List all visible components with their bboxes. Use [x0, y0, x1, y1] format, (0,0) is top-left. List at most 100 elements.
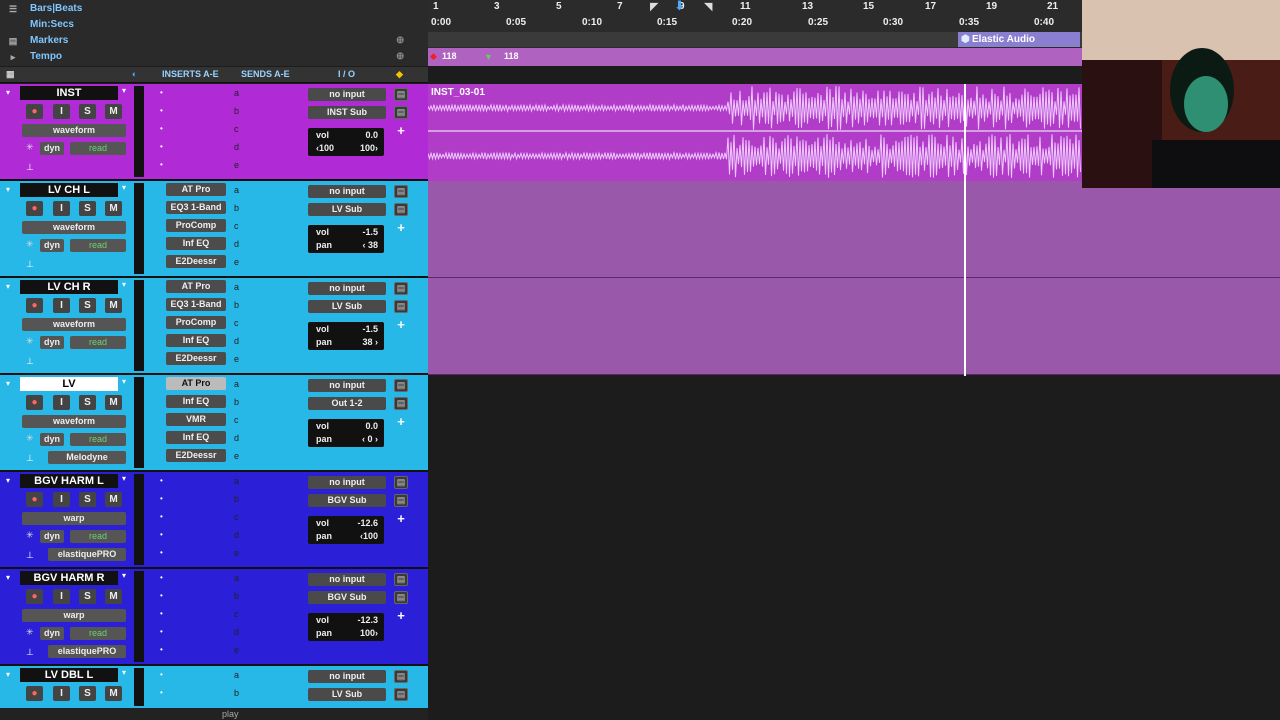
collapse-icon[interactable]: ▾ [6, 573, 10, 582]
send-slot[interactable]: c [234, 415, 244, 425]
timebase-icon[interactable]: ⊥ [26, 550, 34, 561]
output-selector[interactable]: LV Sub [308, 688, 386, 701]
output-selector[interactable]: Out 1-2 [308, 397, 386, 410]
send-slot[interactable]: d [234, 239, 244, 249]
track-menu-icon[interactable]: ▾ [122, 474, 126, 483]
insert-empty-slot[interactable]: • [160, 645, 163, 654]
selection-end-icon[interactable]: ◥ [704, 0, 712, 13]
send-slot[interactable]: b [234, 688, 244, 698]
add-tempo-icon[interactable]: ⊕ [396, 51, 404, 62]
mute-button[interactable]: M [105, 395, 122, 410]
send-slot[interactable]: c [234, 609, 244, 619]
insert-empty-slot[interactable]: • [160, 609, 163, 618]
track-lane-lv-ch-l[interactable] [428, 181, 1280, 278]
track-view-selector[interactable]: waveform [22, 318, 126, 331]
send-slot[interactable]: c [234, 124, 244, 134]
volume-pan-display[interactable]: vol -1.5 pan 38 › [308, 322, 384, 350]
send-slot[interactable]: a [234, 88, 244, 98]
automation-mode-selector[interactable]: read [70, 627, 126, 640]
input-monitor-button[interactable]: I [53, 492, 70, 507]
record-arm-button[interactable]: ● [26, 492, 43, 507]
track-name[interactable]: BGV HARM R [20, 571, 118, 585]
output-selector[interactable]: INST Sub [308, 106, 386, 119]
solo-button[interactable]: S [79, 492, 96, 507]
output-window-icon[interactable]: ▤ [394, 203, 408, 216]
track-view-selector[interactable]: waveform [22, 124, 126, 137]
send-slot[interactable]: b [234, 300, 244, 310]
io-column-header[interactable]: I / O [338, 69, 355, 79]
send-slot[interactable]: e [234, 160, 244, 170]
selection-start-icon[interactable]: ◤ [650, 0, 658, 13]
elastic-mode-selector[interactable]: elastiquePRO [48, 645, 126, 658]
insert-empty-slot[interactable]: • [160, 88, 163, 97]
track-menu-icon[interactable]: ▾ [122, 571, 126, 580]
dyn-button[interactable]: dyn [40, 627, 64, 640]
send-slot[interactable]: a [234, 379, 244, 389]
insert-empty-slot[interactable]: • [160, 106, 163, 115]
track-view-selector[interactable]: warp [22, 609, 126, 622]
expand-icon[interactable]: ▸ [6, 52, 20, 62]
collapse-icon[interactable]: ▾ [6, 670, 10, 679]
insert-empty-slot[interactable]: • [160, 548, 163, 557]
ruler-bars-beats[interactable]: ☰ Bars|Beats [0, 0, 428, 17]
track-lv-ch-r[interactable]: ▾ LV CH R ▾ ● I S Mwaveform ✳ dyn read ⊥ AT Pro EQ3 … [0, 278, 428, 375]
solo-button[interactable]: S [79, 298, 96, 313]
send-slot[interactable]: b [234, 397, 244, 407]
mute-button[interactable]: M [105, 589, 122, 604]
output-window-icon[interactable]: ▤ [394, 591, 408, 604]
collapse-icon[interactable]: ▾ [6, 476, 10, 485]
insert-slot[interactable]: E2Deessr [166, 255, 226, 268]
solo-button[interactable]: S [79, 104, 96, 119]
solo-button[interactable]: S [79, 589, 96, 604]
insert-empty-slot[interactable]: • [160, 476, 163, 485]
send-slot[interactable]: a [234, 670, 244, 680]
io-window-icon[interactable]: ▤ [394, 185, 408, 198]
io-window-icon[interactable]: ▤ [394, 573, 408, 586]
insert-empty-slot[interactable]: • [160, 530, 163, 539]
track-view-selector[interactable]: waveform [22, 221, 126, 234]
automation-mode-selector[interactable]: read [70, 530, 126, 543]
volume-pan-display[interactable]: vol -1.5 pan ‹ 38 [308, 225, 384, 253]
insert-slot[interactable]: Inf EQ [166, 431, 226, 444]
ruler-min-secs[interactable]: Min:Secs [0, 16, 428, 33]
send-slot[interactable]: c [234, 512, 244, 522]
volume-pan-display[interactable]: vol -12.3 pan 100› [308, 613, 384, 641]
input-selector[interactable]: no input [308, 670, 386, 683]
mute-button[interactable]: M [105, 686, 122, 701]
send-slot[interactable]: a [234, 573, 244, 583]
track-inst[interactable]: ▾ INST ▾ ● I S Mwaveform ✳ dyn read ⊥ • • • • • a b c d e no … [0, 84, 428, 181]
insert-empty-slot[interactable]: • [160, 142, 163, 151]
output-window-icon[interactable]: ▤ [394, 106, 408, 119]
record-arm-button[interactable]: ● [26, 686, 43, 701]
insert-slot[interactable]: Inf EQ [166, 395, 226, 408]
timebase-icon[interactable]: ⊥ [26, 356, 34, 367]
input-selector[interactable]: no input [308, 88, 386, 101]
automation-mode-selector[interactable]: read [70, 142, 126, 155]
track-view-selector[interactable]: waveform [22, 415, 126, 428]
insert-empty-slot[interactable]: • [160, 494, 163, 503]
menu-icon[interactable]: ☰ [6, 4, 20, 14]
output-window-icon[interactable]: ▤ [394, 688, 408, 701]
timebase-icon[interactable]: ⊥ [26, 453, 34, 464]
inserts-column-header[interactable]: INSERTS A-E [162, 69, 219, 79]
send-slot[interactable]: e [234, 548, 244, 558]
elastic-mode-selector[interactable]: Melodyne [48, 451, 126, 464]
io-window-icon[interactable]: ▤ [394, 670, 408, 683]
add-send-icon[interactable]: + [394, 415, 408, 428]
send-slot[interactable]: a [234, 185, 244, 195]
input-monitor-button[interactable]: I [53, 104, 70, 119]
send-slot[interactable]: a [234, 476, 244, 486]
send-slot[interactable]: e [234, 354, 244, 364]
insert-empty-slot[interactable]: • [160, 670, 163, 679]
dyn-button[interactable]: dyn [40, 142, 64, 155]
input-monitor-button[interactable]: I [53, 298, 70, 313]
add-send-icon[interactable]: + [394, 512, 408, 525]
mute-button[interactable]: M [105, 104, 122, 119]
automation-mode-selector[interactable]: read [70, 239, 126, 252]
send-slot[interactable]: d [234, 433, 244, 443]
insert-slot[interactable]: E2Deessr [166, 449, 226, 462]
playhead-marker-icon[interactable]: ⬇ [674, 0, 685, 14]
dyn-button[interactable]: dyn [40, 336, 64, 349]
insert-slot[interactable]: E2Deessr [166, 352, 226, 365]
track-lane-lv-ch-r[interactable] [428, 278, 1280, 375]
